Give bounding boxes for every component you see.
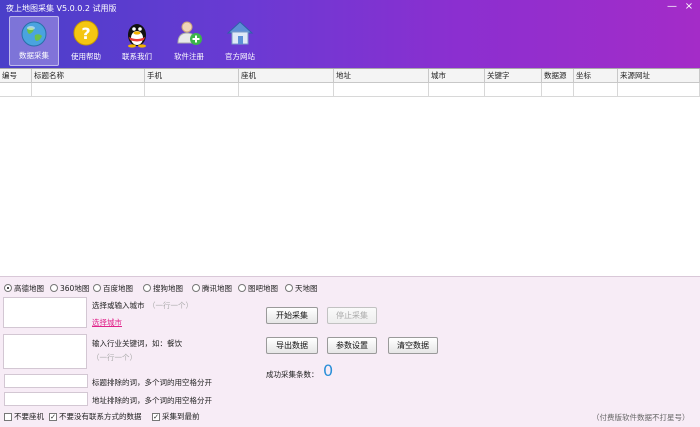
table-cell: [239, 83, 334, 97]
radio-dot[interactable]: [192, 284, 200, 292]
keyword-textarea[interactable]: [3, 334, 87, 369]
toolbar-contact-button[interactable]: 联系我们: [112, 16, 162, 66]
table-cell: [618, 83, 700, 97]
results-table[interactable]: 编号 标题名称 手机 座机 地址 城市 关键字 数据源 坐标 来源网址: [0, 68, 700, 276]
footer-note: （付费版软件数据不打星号）: [592, 413, 690, 422]
radio-map-tencent[interactable]: 腾讯地图: [192, 282, 232, 294]
start-collect-button[interactable]: 开始采集: [266, 307, 318, 324]
radio-map-sogou[interactable]: 搜狗地图: [143, 282, 183, 294]
toolbar-label: 官方网站: [225, 52, 255, 61]
toolbar-data-collect-button[interactable]: 数据采集: [9, 16, 59, 66]
radio-dot[interactable]: [50, 284, 58, 292]
checkbox-label: 采集到最前: [162, 412, 200, 421]
checkbox-label: 不要座机: [14, 412, 44, 421]
user-add-icon: [177, 21, 202, 45]
toolbar-label: 联系我们: [122, 52, 152, 61]
radio-map-360[interactable]: 360地图: [50, 282, 89, 294]
stop-collect-button[interactable]: 停止采集: [327, 307, 377, 324]
radio-map-tuba[interactable]: 图吧地图: [238, 282, 278, 294]
option-collect-to-top[interactable]: ✓ 采集到最前: [152, 411, 200, 422]
column-header[interactable]: 数据源: [542, 69, 574, 83]
city-label: 选择或输入城市: [92, 301, 145, 310]
radio-dot[interactable]: [143, 284, 151, 292]
toolbar-website-button[interactable]: 官方网站: [215, 16, 265, 66]
city-textarea[interactable]: [3, 297, 87, 328]
toolbar-help-button[interactable]: ? 使用帮助: [61, 16, 111, 66]
table-cell: [542, 83, 574, 97]
table-row[interactable]: [0, 83, 700, 97]
column-header[interactable]: 座机: [239, 69, 334, 83]
table-header: 编号 标题名称 手机 座机 地址 城市 关键字 数据源 坐标 来源网址: [0, 69, 700, 83]
title-bar: 夜上地图采集 V5.0.0.2 试用版 — × 数据采集 ? 使用帮助 联系我们…: [0, 0, 700, 68]
toolbar-register-button[interactable]: 软件注册: [164, 16, 214, 66]
checkbox[interactable]: [4, 412, 12, 421]
column-header[interactable]: 来源网址: [618, 69, 700, 83]
keyword-label: 输入行业关键词，如：餐饮: [92, 339, 182, 348]
table-cell: [334, 83, 429, 97]
radio-label: 腾讯地图: [202, 283, 232, 293]
checkbox[interactable]: ✓: [49, 412, 57, 421]
table-cell: [145, 83, 239, 97]
radio-label: 搜狗地图: [153, 283, 183, 293]
toolbar-label: 使用帮助: [71, 52, 101, 61]
toolbar-label: 软件注册: [174, 52, 204, 61]
collected-count-value: 0: [323, 361, 334, 380]
table-cell: [32, 83, 145, 97]
close-button[interactable]: ×: [681, 0, 697, 14]
svg-text:?: ?: [81, 24, 90, 43]
option-no-missing-contact[interactable]: ✓ 不要没有联系方式的数据: [49, 411, 142, 422]
minimize-button[interactable]: —: [664, 0, 680, 14]
city-hint: （一行一个）: [148, 301, 193, 310]
select-city-link[interactable]: 选择城市: [92, 317, 122, 328]
column-header[interactable]: 城市: [429, 69, 485, 83]
table-cell: [485, 83, 542, 97]
radio-dot[interactable]: [93, 284, 101, 292]
title-exclude-label: 标题排除的词，多个词的用空格分开: [92, 378, 212, 387]
radio-dot[interactable]: [285, 284, 293, 292]
option-no-landline[interactable]: 不要座机: [4, 411, 44, 422]
checkbox-label: 不要没有联系方式的数据: [59, 412, 142, 421]
checkbox[interactable]: ✓: [152, 412, 160, 421]
radio-label: 360地图: [60, 283, 90, 293]
toolbar-label: 数据采集: [19, 51, 49, 60]
keyword-hint: （一行一个）: [92, 353, 137, 362]
settings-button[interactable]: 参数设置: [327, 337, 377, 354]
radio-label: 天地图: [295, 283, 318, 293]
column-header[interactable]: 坐标: [574, 69, 618, 83]
qq-penguin-icon: [128, 24, 146, 48]
address-exclude-label: 地址排除的词，多个词的用空格分开: [92, 396, 212, 405]
column-header[interactable]: 手机: [145, 69, 239, 83]
export-data-button[interactable]: 导出数据: [266, 337, 318, 354]
globe-icon: [21, 21, 47, 47]
radio-map-tianditu[interactable]: 天地图: [285, 282, 318, 294]
radio-label: 高德地图: [14, 283, 44, 293]
title-exclude-input[interactable]: [4, 374, 88, 388]
column-header[interactable]: 标题名称: [32, 69, 145, 83]
clear-data-button[interactable]: 清空数据: [388, 337, 438, 354]
radio-dot[interactable]: [4, 284, 12, 292]
table-cell: [0, 83, 32, 97]
radio-map-gaode[interactable]: 高德地图: [4, 282, 44, 294]
radio-label: 图吧地图: [248, 283, 278, 293]
table-cell: [574, 83, 618, 97]
radio-map-baidu[interactable]: 百度地图: [93, 282, 133, 294]
column-header[interactable]: 关键字: [485, 69, 542, 83]
table-cell: [429, 83, 485, 97]
radio-dot[interactable]: [238, 284, 246, 292]
window-title: 夜上地图采集 V5.0.0.2 试用版: [6, 4, 117, 13]
radio-label: 百度地图: [103, 283, 133, 293]
home-icon: [226, 21, 254, 45]
collected-count-label: 成功采集条数：: [266, 370, 319, 379]
help-icon: ?: [73, 20, 99, 46]
column-header[interactable]: 地址: [334, 69, 429, 83]
column-header[interactable]: 编号: [0, 69, 32, 83]
address-exclude-input[interactable]: [4, 392, 88, 406]
